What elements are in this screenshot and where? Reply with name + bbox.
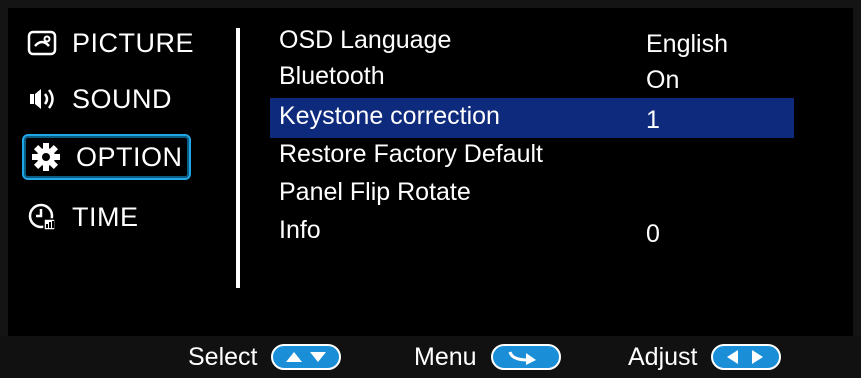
menu-divider [236,28,240,288]
option-restore-factory-default[interactable]: Restore Factory Default [270,136,794,176]
left-right-arrows-icon [711,344,782,370]
sidebar-item-label: PICTURE [72,27,195,58]
adjust-hint-label: Adjust [628,342,698,371]
menu-hint: Menu [414,340,561,374]
option-label: Restore Factory Default [279,140,543,168]
clock-icon [26,201,58,233]
option-keystone-correction[interactable]: Keystone correction 1 [270,98,794,138]
return-arrow-icon [490,344,561,370]
option-value: 0 [646,220,660,248]
sidebar-item-sound[interactable]: SOUND [26,78,172,120]
tv-osd-screen: PICTURE SOUND OPTION TIME OSD Language E… [0,0,861,378]
select-hint: Select [188,340,342,374]
sidebar-item-label: TIME [72,201,139,232]
option-bluetooth[interactable]: Bluetooth On [270,58,794,98]
option-osd-language[interactable]: OSD Language English [270,22,794,62]
option-label: Panel Flip Rotate [279,178,471,206]
option-value: On [646,66,680,94]
option-label: Bluetooth [279,62,385,90]
speaker-icon [26,83,58,115]
sidebar-item-label: SOUND [72,83,173,114]
adjust-hint: Adjust [628,340,782,374]
option-label: Keystone correction [279,102,500,130]
footer-hint-bar: Select Menu Adjust [0,336,861,378]
option-value: English [646,30,728,58]
gear-icon [30,141,62,173]
up-down-arrows-icon [271,344,342,370]
sidebar-item-time[interactable]: TIME [26,196,139,238]
option-panel-flip-rotate[interactable]: Panel Flip Rotate [270,174,794,214]
sidebar-item-picture[interactable]: PICTURE [26,22,194,64]
option-info[interactable]: Info 0 [270,212,794,252]
option-label: OSD Language [279,26,452,54]
sidebar-item-label: OPTION [76,141,183,172]
option-label: Info [279,216,321,244]
picture-icon [26,27,58,59]
sidebar-item-option[interactable]: OPTION [22,134,191,180]
option-value: 1 [646,106,660,134]
select-hint-label: Select [188,342,258,371]
menu-hint-label: Menu [414,342,477,371]
